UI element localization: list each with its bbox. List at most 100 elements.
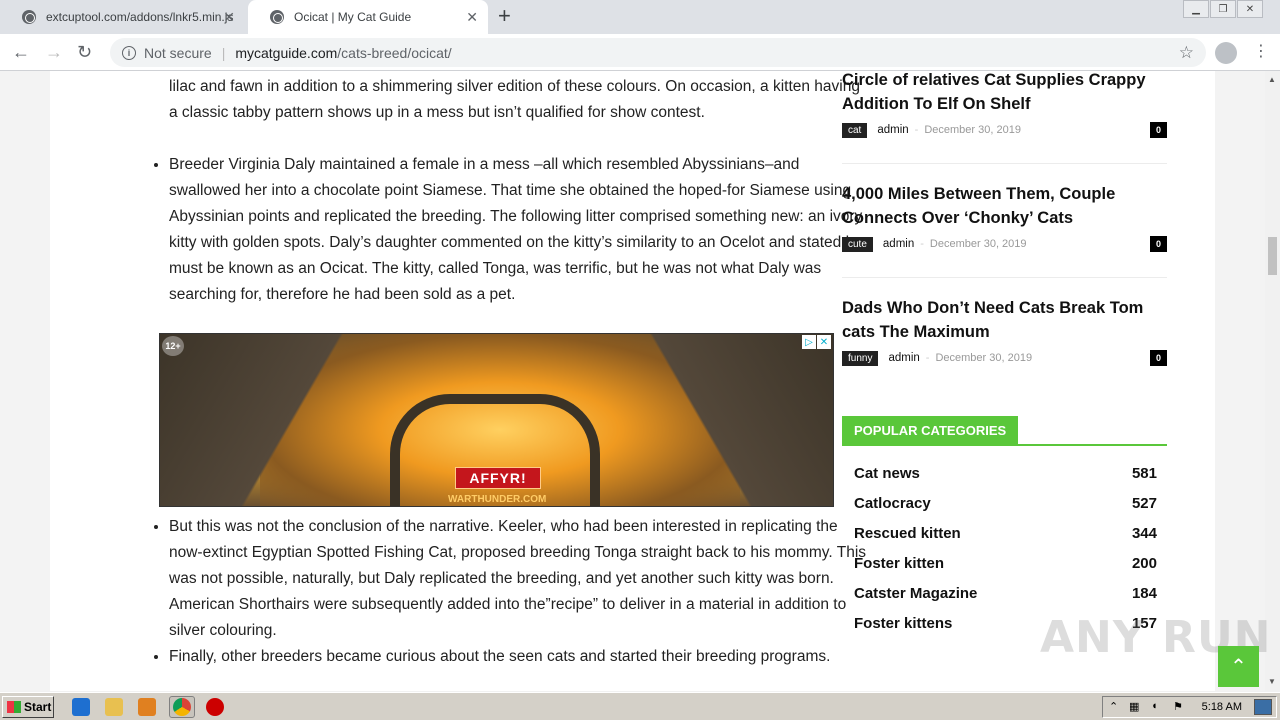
tab-title: extcuptool.com/addons/lnkr5.min.js [46, 10, 234, 24]
popular-categories-header: POPULAR CATEGORIES [842, 416, 1167, 446]
flag-icon[interactable]: ⚑ [1173, 700, 1183, 713]
ad-cockpit-frame [160, 334, 360, 506]
vertical-scrollbar[interactable]: ▲ ▼ [1265, 71, 1280, 691]
list-item: Finally, other breeders became curious a… [169, 644, 869, 670]
ad-choices[interactable]: ▷ ✕ [802, 335, 831, 349]
tab-strip: extcuptool.com/addons/lnkr5.min.js ✕ Oci… [0, 0, 1280, 34]
article-list: But this was not the conclusion of the n… [169, 514, 869, 670]
volume-icon[interactable]: ◖ [1151, 700, 1158, 712]
category-item[interactable]: Cat news 581 [854, 465, 1157, 482]
age-rating-badge: 12+ [162, 336, 184, 356]
close-icon[interactable]: ✕ [223, 9, 235, 25]
tab-title: Ocicat | My Cat Guide [294, 10, 412, 24]
category-count: 184 [1131, 585, 1157, 602]
tab-ocicat[interactable]: Ocicat | My Cat Guide ✕ [248, 0, 488, 34]
browser-toolbar: ← → ↻ i Not secure | mycatguide.com /cat… [0, 34, 1280, 71]
post-tag[interactable]: cat [842, 122, 868, 138]
url-path: /cats-breed/ocicat/ [337, 44, 452, 61]
category-item[interactable]: Foster kitten 200 [854, 555, 1157, 572]
category-count: 527 [1131, 495, 1157, 512]
post-meta: cat admin - December 30, 2019 0 [842, 122, 1167, 138]
address-bar[interactable]: i Not secure | mycatguide.com /cats-bree… [110, 38, 1206, 67]
close-ad-icon[interactable]: ✕ [817, 335, 831, 349]
folder-icon[interactable] [105, 698, 123, 716]
internet-explorer-icon[interactable] [72, 698, 90, 716]
post-author[interactable]: admin [888, 352, 919, 364]
windows-taskbar: Start ⌃ ▦ ◖ ⚑ 5:18 AM [0, 692, 1280, 720]
profile-avatar-icon[interactable] [1215, 42, 1237, 64]
category-name[interactable]: Catster Magazine [854, 585, 977, 602]
category-item[interactable]: Catster Magazine 184 [854, 585, 1157, 602]
meta-separator: - [914, 124, 919, 136]
restore-icon[interactable]: ❐ [1210, 0, 1236, 18]
divider [842, 163, 1167, 164]
start-button[interactable]: Start [2, 696, 54, 718]
start-label: Start [24, 700, 52, 714]
scroll-up-icon[interactable]: ▲ [1268, 75, 1276, 84]
forward-icon[interactable]: → [45, 42, 63, 62]
meta-separator: - [925, 352, 930, 364]
back-to-top-button[interactable]: ⌃ [1218, 646, 1259, 687]
category-count: 200 [1131, 555, 1157, 572]
post-title[interactable]: Circle of relatives Cat Supplies Crappy … [842, 71, 1167, 116]
article-list: Breeder Virginia Daly maintained a femal… [169, 152, 869, 308]
warning-icon[interactable] [206, 698, 224, 716]
ad-cta-button[interactable]: AFFYR! [455, 467, 541, 489]
comment-count[interactable]: 0 [1150, 236, 1167, 252]
show-desktop-icon[interactable] [1254, 699, 1272, 715]
list-item: Breeder Virginia Daly maintained a femal… [169, 152, 869, 308]
post-meta: funny admin - December 30, 2019 0 [842, 350, 1167, 366]
post-date: December 30, 2019 [924, 124, 1021, 136]
comment-count[interactable]: 0 [1150, 122, 1167, 138]
list-item: But this was not the conclusion of the n… [169, 514, 869, 644]
clock[interactable]: 5:18 AM [1202, 701, 1242, 713]
page-viewport: lilac and fawn in addition to a shimmeri… [0, 71, 1265, 691]
post-tag[interactable]: cute [842, 236, 873, 252]
tray-expand-icon[interactable]: ⌃ [1109, 700, 1118, 713]
tab-extcuptool[interactable]: extcuptool.com/addons/lnkr5.min.js ✕ [0, 0, 245, 34]
ad-cockpit-window [390, 394, 600, 506]
adchoices-icon[interactable]: ▷ [802, 335, 816, 349]
post-date: December 30, 2019 [929, 238, 1027, 250]
close-icon[interactable]: ✕ [466, 9, 478, 25]
category-name[interactable]: Catlocracy [854, 495, 931, 512]
bookmark-star-icon[interactable]: ☆ [1179, 43, 1194, 63]
meta-separator: - [920, 238, 924, 250]
category-item[interactable]: Catlocracy 527 [854, 495, 1157, 512]
scroll-thumb[interactable] [1268, 237, 1277, 275]
divider: | [221, 44, 226, 61]
sidebar-post[interactable]: 4,000 Miles Between Them, Couple Connect… [842, 182, 1167, 252]
post-title[interactable]: Dads Who Don’t Need Cats Break Tom cats … [842, 296, 1167, 344]
ad-url: WARTHUNDER.COM [448, 494, 547, 505]
article-paragraph: lilac and fawn in addition to a shimmeri… [169, 78, 860, 121]
media-player-icon[interactable] [138, 698, 156, 716]
network-icon[interactable]: ▦ [1129, 700, 1139, 713]
category-item[interactable]: Rescued kitten 344 [854, 525, 1157, 542]
divider [842, 277, 1167, 278]
new-tab-button[interactable]: + [498, 5, 511, 27]
post-tag[interactable]: funny [842, 350, 879, 366]
category-count: 581 [1131, 465, 1157, 482]
category-name[interactable]: Rescued kitten [854, 525, 961, 542]
category-name[interactable]: Foster kitten [854, 555, 944, 572]
menu-dots-icon[interactable]: ⋮ [1253, 41, 1269, 61]
page-body: lilac and fawn in addition to a shimmeri… [50, 71, 1215, 691]
info-icon[interactable]: i [122, 45, 136, 60]
sidebar-post[interactable]: Circle of relatives Cat Supplies Crappy … [842, 71, 1167, 138]
advertisement-banner[interactable]: 12+ ▷ ✕ AFFYR! WARTHUNDER.COM [159, 333, 834, 507]
minimize-icon[interactable]: ▁ [1183, 0, 1209, 18]
post-author[interactable]: admin [877, 124, 908, 136]
globe-icon [270, 10, 284, 24]
category-name[interactable]: Foster kittens [854, 615, 952, 632]
comment-count[interactable]: 0 [1150, 350, 1167, 366]
post-author[interactable]: admin [883, 238, 914, 250]
post-title[interactable]: 4,000 Miles Between Them, Couple Connect… [842, 182, 1167, 230]
scroll-down-icon[interactable]: ▼ [1268, 677, 1276, 686]
category-name[interactable]: Cat news [854, 465, 920, 482]
post-meta: cute admin - December 30, 2019 0 [842, 236, 1167, 252]
reload-icon[interactable]: ↻ [77, 42, 92, 62]
close-window-icon[interactable]: ✕ [1237, 0, 1263, 18]
section-title: POPULAR CATEGORIES [842, 416, 1019, 444]
sidebar-post[interactable]: Dads Who Don’t Need Cats Break Tom cats … [842, 296, 1167, 366]
back-icon[interactable]: ← [12, 42, 30, 62]
